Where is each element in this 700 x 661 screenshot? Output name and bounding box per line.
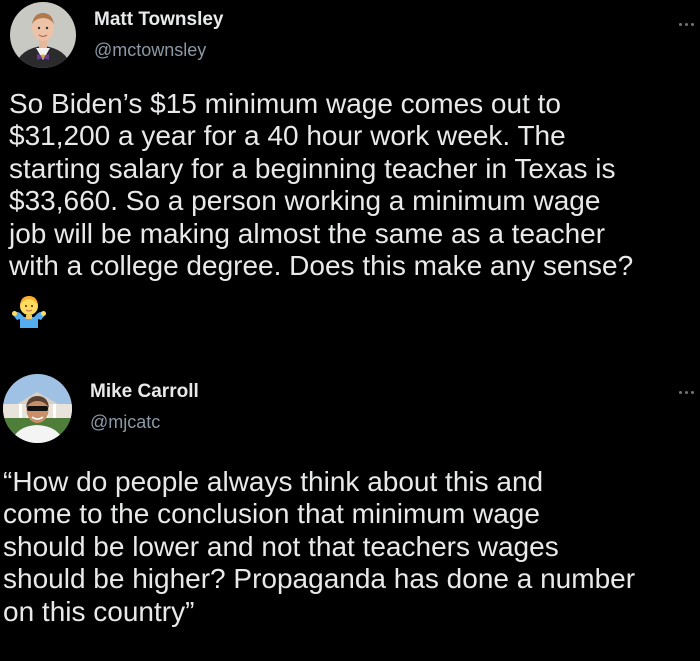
user-handle[interactable]: @mjcatc (90, 412, 160, 433)
avatar-image (10, 2, 76, 68)
avatar[interactable] (10, 2, 76, 68)
display-name[interactable]: Mike Carroll (90, 381, 199, 403)
user-handle[interactable]: @mctownsley (94, 40, 206, 61)
tweet-text: So Biden’s $15 minimum wage comes out to… (9, 88, 634, 282)
more-options-icon[interactable] (676, 388, 696, 398)
more-options-icon[interactable] (676, 20, 696, 30)
tweet: Mike Carroll @mjcatc “How do people alwa… (0, 370, 700, 661)
display-name[interactable]: Matt Townsley (94, 9, 224, 31)
person-shrugging-icon (10, 292, 48, 330)
tweet: Matt Townsley @mctownsley So Biden’s $15… (0, 0, 700, 370)
avatar[interactable] (3, 374, 72, 443)
avatar-image (3, 374, 72, 443)
tweet-text: “How do people always think about this a… (3, 466, 636, 627)
